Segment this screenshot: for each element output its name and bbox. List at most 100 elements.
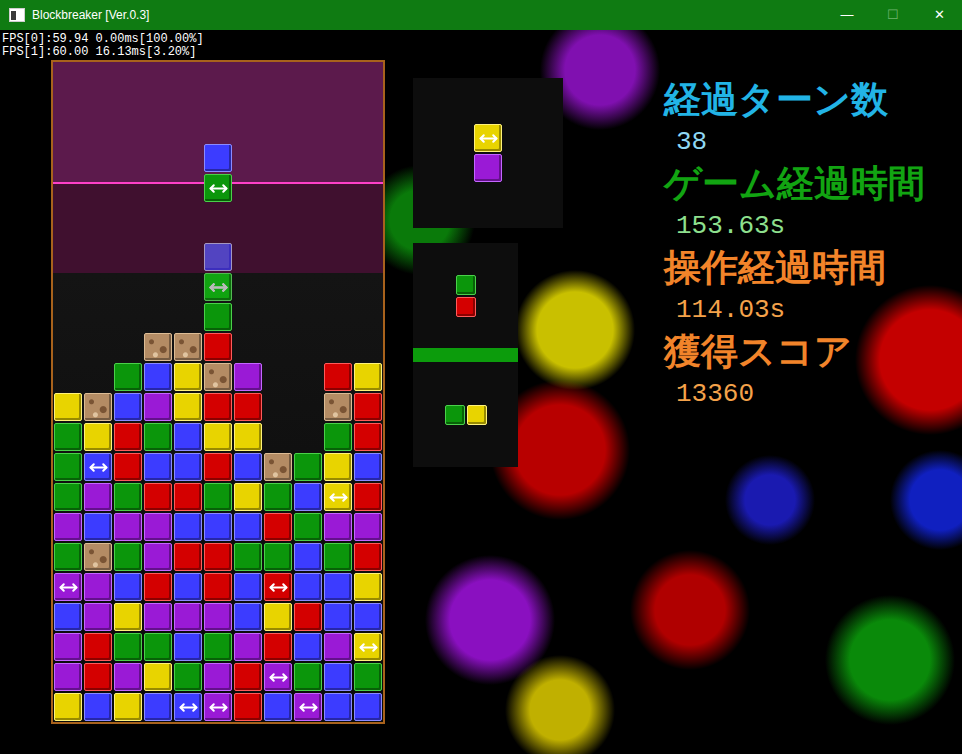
empty-cell (323, 242, 353, 272)
empty-cell (53, 92, 83, 122)
block (83, 662, 113, 692)
empty-cell (263, 92, 293, 122)
empty-cell (233, 62, 263, 92)
block (143, 662, 173, 692)
empty-cell (143, 92, 173, 122)
block (83, 632, 113, 662)
block (263, 662, 293, 692)
stat-item: 獲得スコア13360 (664, 330, 925, 414)
empty-cell (113, 92, 143, 122)
block (233, 392, 263, 422)
app-icon (9, 8, 25, 22)
block (173, 662, 203, 692)
empty-cell (233, 332, 263, 362)
window-control-button[interactable]: ✕ (916, 0, 962, 30)
block (143, 392, 173, 422)
stat-value: 38 (664, 122, 925, 162)
falling-block (203, 173, 233, 203)
block (323, 482, 353, 512)
empty-cell (353, 182, 383, 212)
empty-cell (113, 122, 143, 152)
empty-cell (323, 302, 353, 332)
block (173, 632, 203, 662)
block (83, 542, 113, 572)
block (113, 662, 143, 692)
empty-cell (323, 92, 353, 122)
block (466, 404, 488, 426)
block (353, 662, 383, 692)
block (233, 572, 263, 602)
block (143, 482, 173, 512)
next-piece-preview (413, 243, 518, 348)
block (353, 602, 383, 632)
block (263, 692, 293, 722)
empty-cell (113, 152, 143, 182)
double-arrow-icon (209, 179, 228, 198)
empty-cell (323, 212, 353, 242)
block (173, 422, 203, 452)
stat-value: 153.63s (664, 206, 925, 246)
empty-cell (143, 182, 173, 212)
block (203, 512, 233, 542)
empty-cell (293, 92, 323, 122)
empty-cell (53, 182, 83, 212)
empty-cell (113, 272, 143, 302)
block (323, 512, 353, 542)
empty-cell (173, 92, 203, 122)
empty-cell (293, 302, 323, 332)
stats-panel: 経過ターン数38ゲーム経過時間153.63s操作経過時間114.03s獲得スコア… (664, 78, 925, 754)
block (233, 512, 263, 542)
empty-cell (113, 212, 143, 242)
block (53, 692, 83, 722)
empty-cell (143, 302, 173, 332)
empty-cell (233, 92, 263, 122)
stat-item: 経過ターン数38 (664, 78, 925, 162)
block (233, 632, 263, 662)
block (113, 452, 143, 482)
block (143, 332, 173, 362)
empty-cell (323, 272, 353, 302)
block (173, 512, 203, 542)
block (143, 542, 173, 572)
block (323, 392, 353, 422)
block (203, 362, 233, 392)
block (233, 482, 263, 512)
block (293, 512, 323, 542)
block (353, 422, 383, 452)
block (353, 452, 383, 482)
empty-cell (83, 332, 113, 362)
stat-value: 114.03s (664, 290, 925, 330)
empty-cell (113, 62, 143, 92)
game-board[interactable] (51, 60, 385, 724)
empty-cell (263, 422, 293, 452)
empty-cell (203, 62, 233, 92)
empty-cell (143, 152, 173, 182)
window-control-button[interactable]: — (824, 0, 870, 30)
empty-cell (233, 242, 263, 272)
empty-cell (293, 362, 323, 392)
block (323, 362, 353, 392)
separator-bar (413, 348, 518, 362)
empty-cell (263, 272, 293, 302)
block (53, 482, 83, 512)
block (83, 602, 113, 632)
title-bar: Blockbreaker [Ver.0.3]—☐✕ (0, 0, 962, 30)
block (83, 512, 113, 542)
empty-cell (353, 122, 383, 152)
block (203, 332, 233, 362)
empty-cell (83, 152, 113, 182)
empty-cell (53, 152, 83, 182)
empty-cell (233, 212, 263, 242)
block (323, 662, 353, 692)
block (203, 302, 233, 332)
block (203, 422, 233, 452)
ghost-block (203, 272, 233, 302)
double-arrow-icon (329, 488, 348, 507)
window-control-button[interactable]: ☐ (870, 0, 916, 30)
empty-cell (83, 272, 113, 302)
block (113, 572, 143, 602)
double-arrow-icon (179, 698, 198, 717)
block (455, 274, 477, 296)
double-arrow-icon (359, 638, 378, 657)
empty-cell (323, 332, 353, 362)
